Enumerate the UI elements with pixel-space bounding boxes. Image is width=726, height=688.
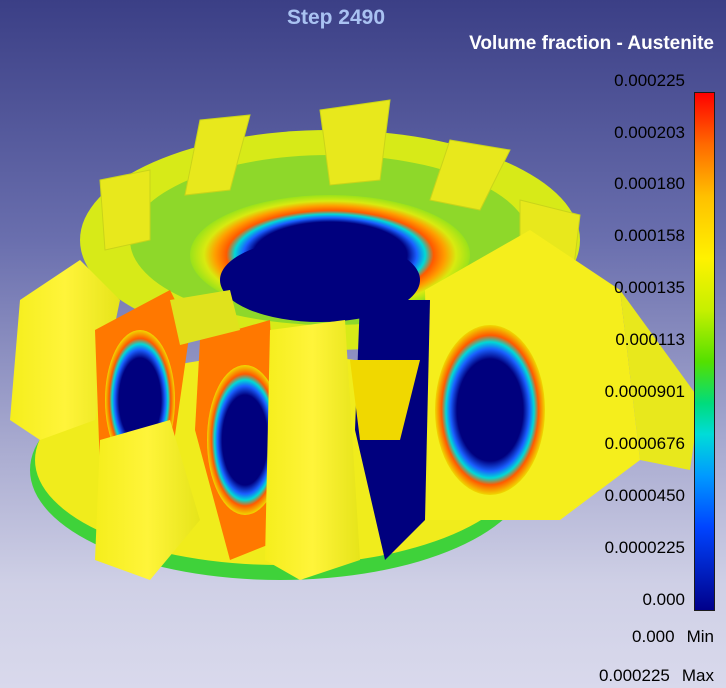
tick-label: 0.000135: [614, 278, 685, 297]
legend-max-value: 0.000225: [598, 666, 670, 685]
tick-label: 0.000113: [615, 330, 685, 349]
gear-right-segment: [425, 230, 700, 520]
tick-label: 0.000180: [614, 174, 685, 193]
colorbar: [694, 92, 715, 611]
legend-min-value: 0.000: [632, 627, 675, 646]
legend-min-label: Min: [686, 627, 714, 646]
tick-label: 0.000225: [614, 71, 685, 90]
tick-label: 0.000203: [614, 123, 685, 142]
legend-title: Volume fraction - Austenite: [469, 33, 714, 54]
legend-max-label: Max: [681, 666, 714, 685]
tick-label: 0.0000901: [604, 382, 685, 401]
tick-label: 0.0000450: [604, 486, 685, 505]
tick-label: 0.000158: [614, 226, 685, 245]
legend-min: 0.000 Min: [632, 627, 714, 647]
tick-label: 0.000: [642, 590, 685, 609]
step-label: Step 2490: [286, 6, 386, 29]
legend-max: 0.000225 Max: [599, 666, 714, 686]
tick-label: 0.0000676: [604, 434, 685, 453]
tick-label: 0.0000225: [604, 538, 685, 557]
